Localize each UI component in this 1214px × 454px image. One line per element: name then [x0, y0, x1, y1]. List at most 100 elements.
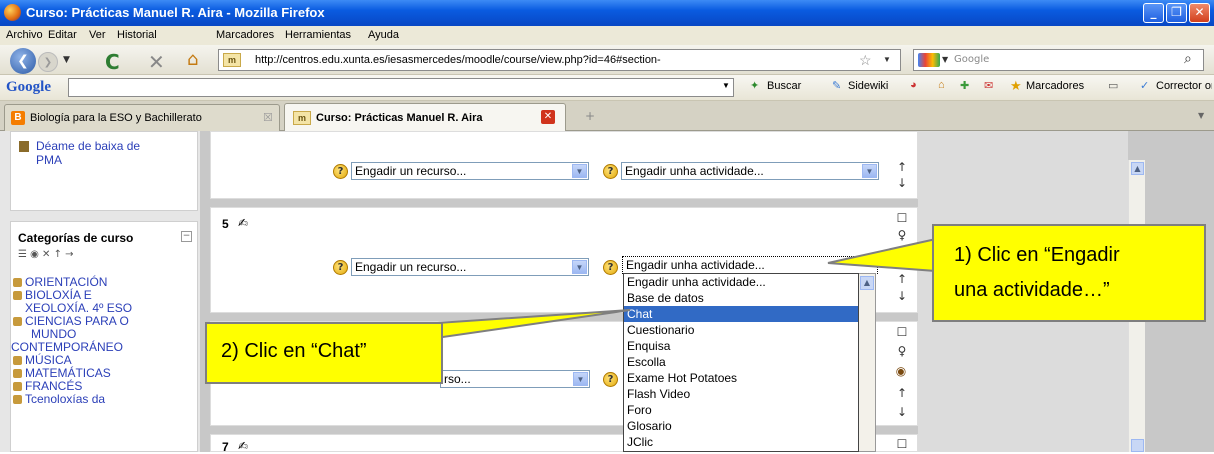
search-input[interactable]: Google: [954, 54, 989, 65]
minimize-button[interactable]: _: [1143, 3, 1164, 23]
dropdown-arrow-icon[interactable]: ▼: [573, 372, 588, 386]
blogger-icon: B: [11, 111, 25, 125]
move-down-icon[interactable]: ↓: [895, 176, 909, 190]
lightbulb-icon[interactable]: ♀: [895, 344, 909, 358]
option-enquisa[interactable]: Enquisa: [624, 338, 858, 354]
option-base-de-datos[interactable]: Base de datos: [624, 290, 858, 306]
block-edit-icons[interactable]: ☰ ◉ ✕ ↑ →: [18, 249, 74, 260]
corrector-button[interactable]: Corrector ortográfico: [1156, 80, 1212, 92]
resource-select-6[interactable]: rso... ▼: [440, 370, 590, 388]
menu-bar: Archivo Editar Ver Historial Marcadores …: [0, 26, 1214, 45]
menu-herramientas[interactable]: Herramientas: [285, 29, 351, 41]
dropdown-arrow-icon[interactable]: ▼: [862, 164, 877, 178]
marcadores-star-icon: ★: [1010, 78, 1022, 93]
move-down-icon[interactable]: ↓: [895, 289, 909, 303]
callout-step-2-text: 2) Clic en “Chat”: [221, 340, 367, 362]
bookmark-star-icon[interactable]: ☆: [859, 52, 872, 69]
menu-ver[interactable]: Ver: [89, 29, 106, 41]
help-icon[interactable]: ?: [333, 164, 348, 179]
help-icon[interactable]: ?: [333, 260, 348, 275]
scroll-thumb[interactable]: [1131, 439, 1144, 452]
google-toolbar: Google ▼ ✦ Buscar ✎ Sidewiki ◕ ⌂ ✚ ✉ ★ M…: [0, 75, 1214, 101]
section-5-number: 5: [222, 217, 229, 231]
buscar-button[interactable]: Buscar: [767, 80, 801, 92]
tab-curso[interactable]: m Curso: Prácticas Manuel R. Aira ✕: [284, 103, 566, 132]
activity-select-5-value: Engadir unha actividade...: [626, 258, 765, 272]
tab-close-icon[interactable]: ✕: [541, 110, 555, 124]
url-bar[interactable]: m http://centros.edu.xunta.es/iesasmerce…: [218, 49, 901, 71]
collapse-block-icon[interactable]: −: [181, 231, 192, 242]
plus-icon[interactable]: ✚: [960, 79, 969, 92]
google-search-dropdown-icon[interactable]: ▼: [722, 81, 730, 90]
category-tecnoloxias[interactable]: Tcenoloxías da: [13, 393, 105, 406]
help-icon[interactable]: ?: [603, 164, 618, 179]
visibility-eye-icon[interactable]: ◉: [894, 364, 908, 378]
resource-select-4[interactable]: Engadir un recurso... ▼: [351, 162, 589, 180]
move-down-icon[interactable]: ↓: [895, 405, 909, 419]
dropdown-arrow-icon[interactable]: ▼: [572, 260, 587, 274]
menu-historial[interactable]: Historial: [117, 29, 157, 41]
close-button[interactable]: ✕: [1189, 3, 1210, 23]
home-icon[interactable]: ⌂: [187, 49, 198, 70]
option-flash-video[interactable]: Flash Video: [624, 386, 858, 402]
scroll-up-icon[interactable]: ▲: [1131, 162, 1144, 175]
option-foro[interactable]: Foro: [624, 402, 858, 418]
tab-list-icon[interactable]: ▼: [1198, 111, 1204, 120]
sidewiki-button[interactable]: Sidewiki: [848, 80, 888, 92]
dropdown-arrow-icon[interactable]: ▼: [572, 164, 587, 178]
spellcheck-icon: ✓: [1140, 80, 1150, 92]
unsubscribe-link[interactable]: Déame de baixa de: [36, 140, 140, 153]
activity-dropdown-list[interactable]: Engadir unha actividade... Base de datos…: [623, 273, 859, 452]
help-icon[interactable]: ?: [603, 260, 618, 275]
menu-marcadores[interactable]: Marcadores: [216, 29, 274, 41]
pagerank-icon[interactable]: ◕: [910, 79, 917, 91]
edit-summary-icon[interactable]: ✍: [238, 216, 248, 230]
option-glosario[interactable]: Glosario: [624, 418, 858, 434]
option-escolla[interactable]: Escolla: [624, 354, 858, 370]
callout-step-1-line2: una actividade…”: [954, 279, 1110, 301]
share-icon[interactable]: ⌂: [938, 79, 945, 91]
new-tab-icon[interactable]: +: [585, 109, 595, 123]
dropdown-scrollbar[interactable]: ▲: [859, 273, 876, 452]
dropdown-scroll-up-icon[interactable]: ▲: [860, 276, 874, 290]
window-icon[interactable]: ▭: [1108, 79, 1118, 92]
option-hot-potatoes[interactable]: Exame Hot Potatoes: [624, 370, 858, 386]
google-search-input[interactable]: [68, 78, 734, 97]
menu-archivo[interactable]: Archivo: [6, 29, 43, 41]
menu-editar[interactable]: Editar: [48, 29, 77, 41]
history-dropdown-icon[interactable]: ▼: [63, 55, 70, 65]
activity-select-4[interactable]: Engadir unha actividade... ▼: [621, 162, 879, 180]
highlight-section-icon[interactable]: ☐: [895, 437, 909, 451]
move-up-icon[interactable]: ↑: [895, 160, 909, 174]
stop-icon[interactable]: ✕: [148, 50, 165, 74]
sidewiki-icon: ✎: [832, 80, 842, 92]
highlight-section-icon[interactable]: ☐: [895, 211, 909, 225]
mail-icon[interactable]: ✉: [984, 79, 993, 92]
edit-summary-icon[interactable]: ✍: [238, 439, 248, 453]
option-cuestionario[interactable]: Cuestionario: [624, 322, 858, 338]
move-up-icon[interactable]: ↑: [895, 386, 909, 400]
forward-button[interactable]: ❯: [38, 52, 58, 72]
search-magnifier-icon[interactable]: ⌕: [1184, 51, 1192, 67]
menu-ayuda[interactable]: Ayuda: [368, 29, 399, 41]
back-button[interactable]: ❮: [10, 48, 36, 74]
tab-biologia[interactable]: B Biología para la ESO y Bachillerato ☒: [4, 104, 280, 131]
highlight-section-icon[interactable]: ☐: [895, 325, 909, 339]
search-bar[interactable]: ▼ Google ⌕: [913, 49, 1204, 71]
marcadores-button[interactable]: Marcadores: [1026, 80, 1084, 92]
page-icon: [19, 141, 29, 152]
help-icon[interactable]: ?: [603, 372, 618, 387]
reload-icon[interactable]: C: [105, 50, 120, 74]
unsubscribe-link-cont[interactable]: PMA: [36, 154, 62, 167]
window-title-bar: Curso: Prácticas Manuel R. Aira - Mozill…: [0, 0, 1214, 26]
option-engadir[interactable]: Engadir unha actividade...: [624, 274, 858, 290]
url-text[interactable]: http://centros.edu.xunta.es/iesasmercede…: [255, 54, 661, 66]
option-chat[interactable]: Chat: [624, 306, 858, 322]
google-search-engine-icon[interactable]: [918, 53, 940, 67]
google-logo[interactable]: Google: [6, 79, 51, 96]
tab-close-icon[interactable]: ☒: [263, 111, 273, 124]
url-dropdown-icon[interactable]: ▼: [883, 55, 891, 64]
maximize-button[interactable]: ❐: [1166, 3, 1187, 23]
resource-select-5[interactable]: Engadir un recurso... ▼: [351, 258, 589, 276]
option-jclic[interactable]: JClic: [624, 434, 858, 450]
